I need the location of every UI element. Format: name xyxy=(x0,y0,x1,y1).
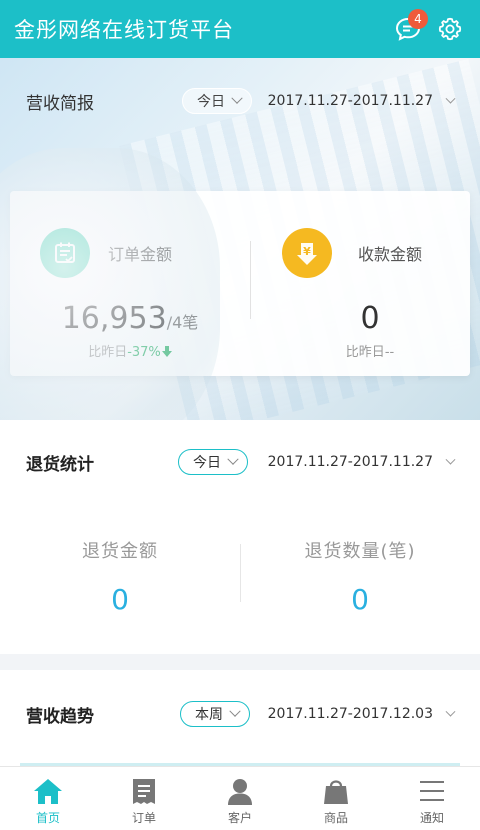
order-amount-value: 16,953 xyxy=(61,301,167,336)
revenue-trend-title: 营收趋势 xyxy=(26,706,94,727)
date-range-text: 2017.11.27-2017.11.27 xyxy=(267,93,433,109)
bottom-tab-bar: 首页 订单 客户 商品 通知 xyxy=(0,766,480,830)
return-stats-section: 退货统计 今日 2017.11.27-2017.11.27 退货金额 0 退货数… xyxy=(0,420,480,654)
period-label: 今日 xyxy=(193,455,221,471)
order-list-icon xyxy=(40,228,90,278)
revenue-trend-header: 营收趋势 本周 2017.11.27-2017.12.03 xyxy=(0,692,480,736)
messages-button[interactable]: 4 xyxy=(390,9,428,47)
order-count-unit: /4笔 xyxy=(166,313,199,332)
chevron-down-icon xyxy=(445,454,456,465)
revenue-brief-header: 营收简报 今日 2017.11.27-2017.11.27 xyxy=(0,79,480,123)
tab-label: 订单 xyxy=(131,811,156,825)
period-label: 本周 xyxy=(195,707,223,723)
chevron-down-icon xyxy=(445,706,456,717)
tab-label: 通知 xyxy=(419,811,444,825)
return-stats-header: 退货统计 今日 2017.11.27-2017.11.27 xyxy=(0,440,480,484)
collection-amount-metric[interactable]: ¥ 收款金额 0 比昨日-- xyxy=(250,191,480,376)
tab-customers[interactable]: 客户 xyxy=(192,767,288,830)
return-amount-value: 0 xyxy=(111,583,129,616)
order-amount-compare: 比昨日-37% xyxy=(10,341,250,360)
yen-icon: ¥ xyxy=(282,228,332,278)
notice-icon xyxy=(420,781,444,801)
revenue-trend-date-range[interactable]: 2017.11.27-2017.12.03 xyxy=(267,706,456,722)
tab-orders[interactable]: 订单 xyxy=(96,767,192,830)
return-stats-title: 退货统计 xyxy=(26,454,94,475)
order-amount-label: 订单金额 xyxy=(108,245,173,264)
collection-amount-compare: 比昨日-- xyxy=(250,341,480,360)
compare-value: -- xyxy=(384,345,395,360)
message-count-badge: 4 xyxy=(408,9,428,29)
tab-label: 首页 xyxy=(35,811,60,825)
arrow-down-icon xyxy=(161,346,172,357)
return-amount-label: 退货金额 xyxy=(82,541,158,562)
revenue-brief-date-range[interactable]: 2017.11.27-2017.11.27 xyxy=(267,93,456,109)
customer-icon xyxy=(228,779,252,805)
home-icon xyxy=(34,779,62,804)
tab-products[interactable]: 商品 xyxy=(288,767,384,830)
chevron-down-icon xyxy=(445,93,456,104)
tab-home[interactable]: 首页 xyxy=(0,767,96,830)
collection-amount-label: 收款金额 xyxy=(358,245,423,264)
date-range-text: 2017.11.27-2017.11.27 xyxy=(267,454,433,470)
tab-label: 商品 xyxy=(323,811,348,825)
compare-prefix: 比昨日 xyxy=(88,345,128,360)
period-label: 今日 xyxy=(197,94,225,110)
collection-amount-value: 0 xyxy=(360,301,380,336)
tab-notices[interactable]: 通知 xyxy=(384,767,480,830)
chevron-down-icon xyxy=(229,705,241,717)
order-icon xyxy=(133,779,155,804)
return-count-label: 退货数量(笔) xyxy=(304,541,416,562)
compare-prefix: 比昨日 xyxy=(345,345,385,360)
settings-button[interactable] xyxy=(432,11,468,47)
chevron-down-icon xyxy=(231,92,243,104)
order-amount-metric[interactable]: 订单金额 16,953/4笔 比昨日-37% xyxy=(10,191,250,376)
svg-text:¥: ¥ xyxy=(303,245,311,258)
return-stats-period-select[interactable]: 今日 xyxy=(178,449,248,475)
revenue-brief-period-select[interactable]: 今日 xyxy=(182,88,252,114)
revenue-trend-period-select[interactable]: 本周 xyxy=(180,701,250,727)
app-title: 金彤网络在线订货平台 xyxy=(14,18,234,42)
chevron-down-icon xyxy=(227,453,239,465)
compare-percent: -37% xyxy=(127,345,161,360)
settings-gear-icon xyxy=(438,17,462,41)
tab-label: 客户 xyxy=(227,811,252,825)
order-amount-value-row: 16,953/4笔 xyxy=(10,301,250,336)
return-count-stat[interactable]: 退货数量(笔) 0 xyxy=(240,537,480,616)
return-count-value: 0 xyxy=(351,583,369,616)
return-amount-stat[interactable]: 退货金额 0 xyxy=(0,537,240,616)
revenue-summary-card: 订单金额 16,953/4笔 比昨日-37% ¥ 收款金额 0 比昨日-- xyxy=(10,191,470,376)
date-range-text: 2017.11.27-2017.12.03 xyxy=(267,706,433,722)
return-stats-date-range[interactable]: 2017.11.27-2017.11.27 xyxy=(267,454,456,470)
revenue-brief-section: 营收简报 今日 2017.11.27-2017.11.27 订单金额 16,95… xyxy=(0,58,480,420)
product-bag-icon xyxy=(324,780,348,804)
revenue-trend-section: 营收趋势 本周 2017.11.27-2017.12.03 xyxy=(0,670,480,766)
app-header: 金彤网络在线订货平台 4 xyxy=(0,0,480,58)
revenue-brief-title: 营收简报 xyxy=(26,93,94,114)
